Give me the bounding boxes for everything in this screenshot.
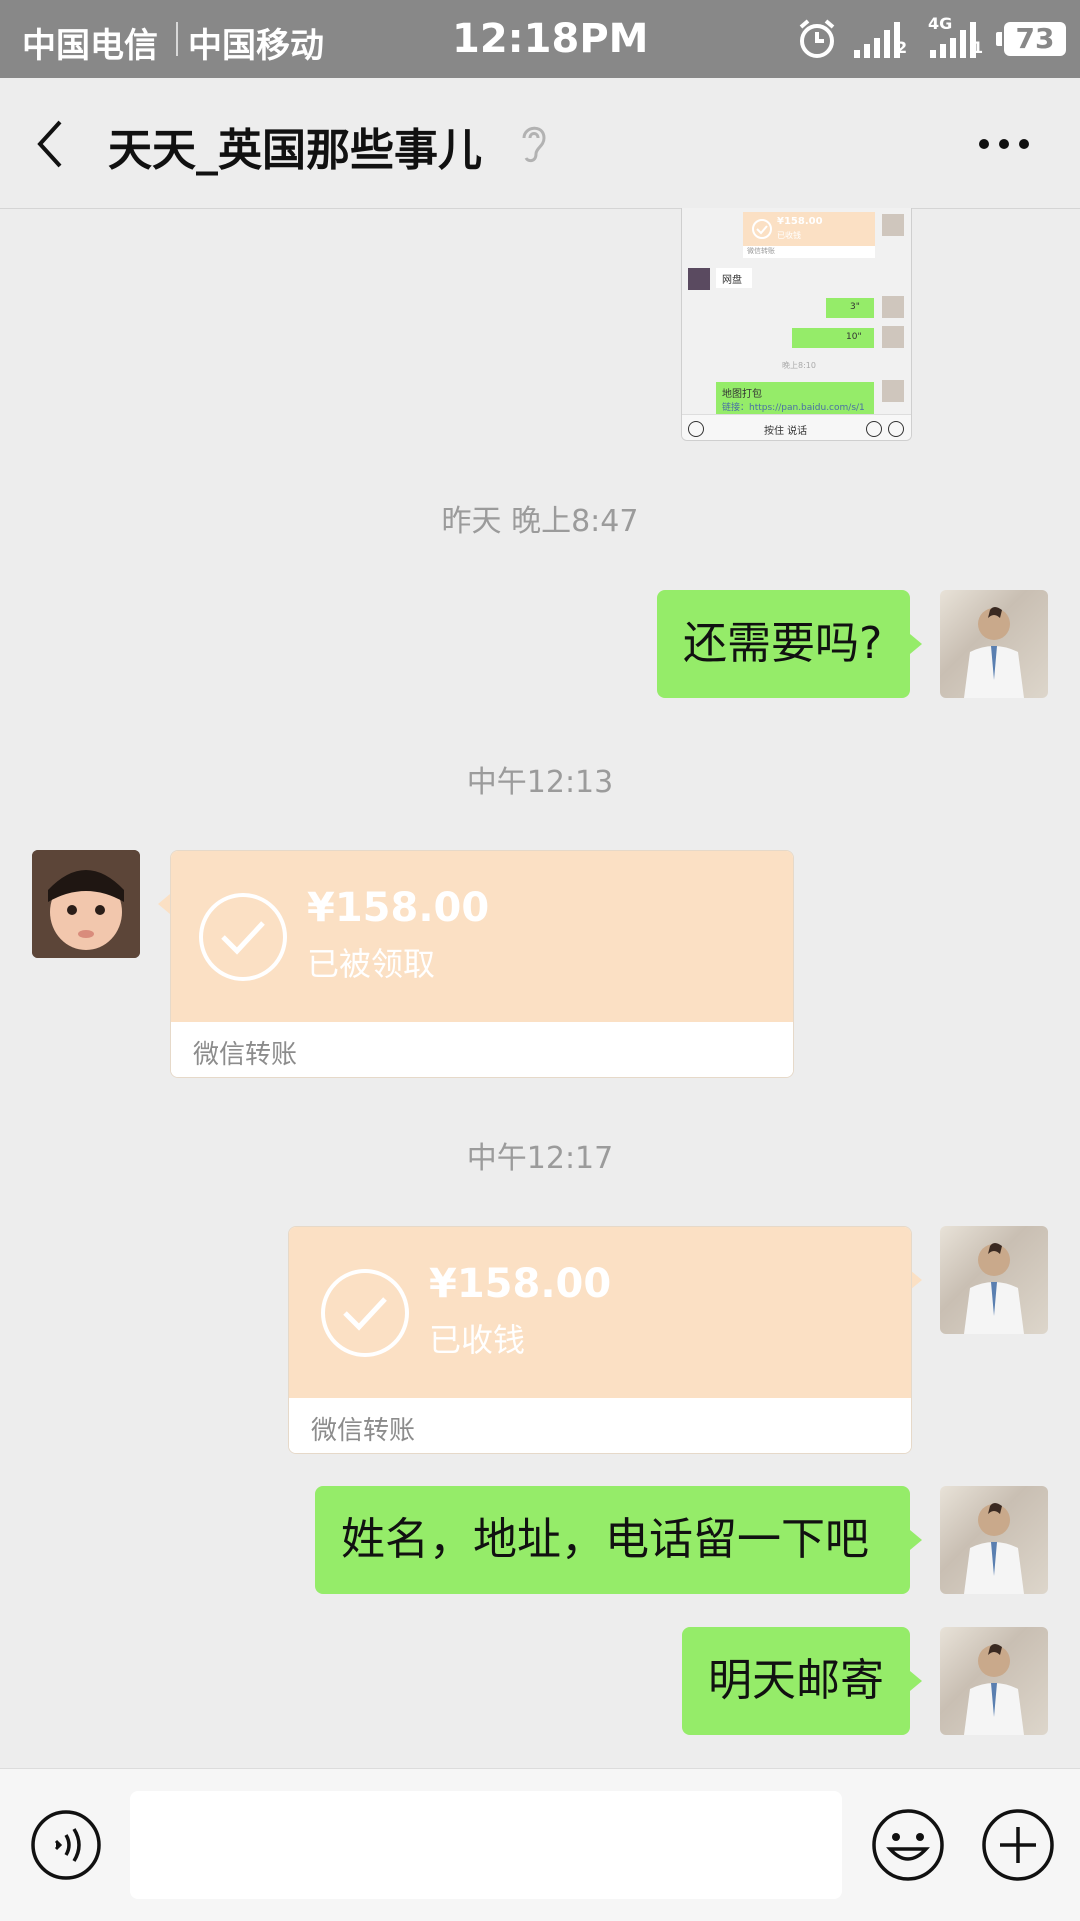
child-avatar-icon (32, 850, 140, 958)
thumb-voice-1: 3" (826, 298, 874, 318)
thumb-voice-2: 10" (792, 328, 874, 348)
message-bubble[interactable]: 还需要吗? (657, 590, 910, 698)
thumb-avatar (882, 326, 904, 348)
more-icon[interactable] (976, 136, 1032, 152)
thumb-status: 已收钱 (777, 231, 801, 240)
carrier-1: 中国电信 (22, 26, 158, 66)
thumb-netdisk-bubble: 网盘 (716, 268, 752, 288)
emoji-icon[interactable] (870, 1807, 946, 1883)
avatar-me[interactable] (940, 1226, 1048, 1334)
chat-header: 天天_英国那些事儿 (0, 78, 1080, 209)
plus-icon[interactable] (980, 1807, 1056, 1883)
alarm-icon (799, 19, 835, 58)
input-bar (0, 1768, 1080, 1921)
avatar-me[interactable] (940, 1627, 1048, 1735)
transfer-card-sent[interactable]: ¥158.00 已收钱 微信转账 (288, 1226, 912, 1454)
thumb-check-icon (752, 219, 772, 239)
thumb-avatar (882, 296, 904, 318)
thumb-transfer: ¥158.00 已收钱 (743, 212, 875, 246)
chat-title: 天天_英国那些事儿 (108, 125, 482, 176)
check-circle-icon (321, 1269, 409, 1357)
person-avatar-icon (964, 1503, 1024, 1594)
status-bar: 中国电信 中国移动 12:18PM 2 4G 1 73 (0, 0, 1080, 78)
thumb-amount: ¥158.00 (777, 216, 823, 227)
transfer-card-received[interactable]: ¥158.00 已被领取 微信转账 (170, 850, 794, 1078)
transfer-amount: ¥158.00 (429, 1261, 612, 1307)
thumb-input-bar: 按住 说话 (682, 414, 911, 440)
transfer-label: 微信转账 (193, 1040, 298, 1070)
back-icon[interactable] (30, 116, 78, 172)
transfer-status: 已收钱 (429, 1321, 526, 1359)
person-avatar-icon (964, 607, 1024, 698)
ear-icon (522, 126, 546, 163)
message-bubble[interactable]: 明天邮寄 (682, 1627, 910, 1735)
thumb-time: 晚上8:10 (782, 361, 816, 370)
thumb-link-bubble: 地图打包 链接：https://pan.baidu.com/s/1 (716, 382, 874, 416)
avatar-me[interactable] (940, 590, 1048, 698)
check-circle-icon (199, 893, 287, 981)
battery-indicator: 73 (996, 22, 1066, 56)
sim2-badge: 1 (972, 38, 984, 57)
thumb-avatar (882, 380, 904, 402)
time-label: 中午12:13 (466, 765, 614, 800)
sim1-badge: 2 (896, 38, 908, 57)
thumb-avatar (882, 214, 904, 236)
transfer-amount: ¥158.00 (307, 885, 490, 931)
time-label: 中午12:17 (466, 1141, 614, 1176)
avatar-contact[interactable] (32, 850, 140, 958)
avatar-me[interactable] (940, 1486, 1048, 1594)
transfer-status: 已被领取 (307, 945, 436, 983)
message-bubble[interactable]: 姓名，地址，电话留一下吧 (315, 1486, 910, 1594)
screenshot-image[interactable]: ¥158.00 已收钱 微信转账 网盘 3" 10" 晚上8:10 地图打包 链… (681, 208, 912, 441)
thumb-avatar-other (688, 268, 710, 290)
carrier-divider (176, 22, 178, 56)
message-input[interactable] (130, 1791, 842, 1899)
voice-icon[interactable] (30, 1809, 102, 1881)
carrier-2: 中国移动 (188, 26, 324, 66)
transfer-label: 微信转账 (311, 1416, 416, 1446)
thumb-transfer-foot: 微信转账 (743, 246, 875, 258)
time-label: 昨天 晚上8:47 (441, 504, 639, 539)
person-avatar-icon (964, 1644, 1024, 1735)
clock: 12:18PM (452, 16, 649, 62)
person-avatar-icon (964, 1243, 1024, 1334)
